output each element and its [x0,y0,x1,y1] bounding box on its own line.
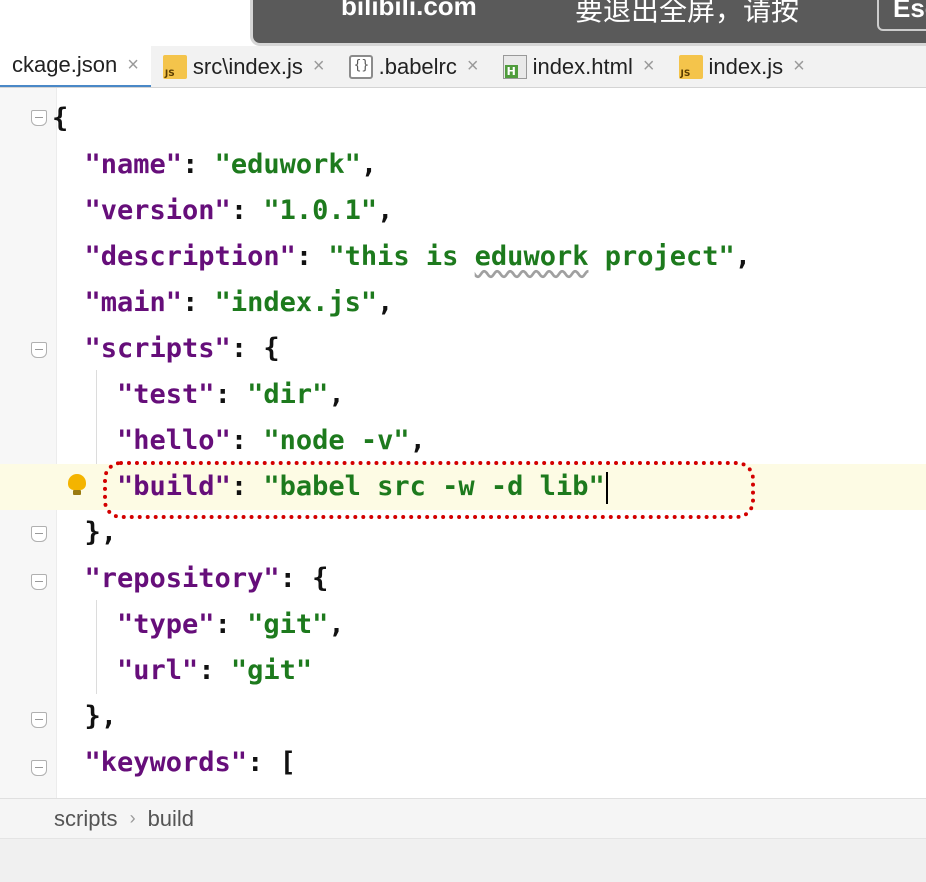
brace: { [52,103,69,134]
punct: : [295,241,329,272]
punct: : [230,425,264,456]
close-icon[interactable]: × [127,54,139,77]
punct: , [360,149,378,180]
punct: , [377,195,394,226]
code-line-13: "url": "git" [0,648,926,694]
json-value: "1.0.1" [263,195,378,226]
site-name: bilibili.com [341,0,477,21]
editor-tab-bar: ckage.json × src\index.js × .babelrc × i… [0,46,926,88]
code-editor[interactable]: { "name": "eduwork", "version": "1.0.1",… [0,88,926,798]
punct: , [734,241,752,272]
tab-babelrc[interactable]: .babelrc × [337,46,491,87]
code-line-15: "keywords": [ [0,740,926,786]
code-line-5: "main": "index.js", [0,280,926,326]
json-value: "this is [328,241,475,272]
json-value: "index.js" [214,287,378,318]
punct: : [230,195,264,226]
punct: , [409,425,426,456]
json-key: "repository" [84,563,280,594]
json-key: "description" [84,241,296,272]
punct: , [328,379,345,410]
tab-label: index.html [532,53,633,79]
json-key: "hello" [117,425,231,456]
json-key: "main" [84,287,183,318]
tab-label: ckage.json [12,52,118,77]
tab-label: index.js [708,53,784,79]
punct: : [214,379,248,410]
json-key: "test" [117,379,215,410]
code-line-6: "scripts": { [0,326,926,372]
code-line-11: "repository": { [0,556,926,602]
tab-src-index-js[interactable]: src\index.js × [151,46,337,87]
json-value: "git" [230,655,313,686]
json-value: "node -v" [263,425,410,456]
esc-key-badge: Esc [877,0,926,31]
code-line-4: "description": "this is eduwork project"… [0,234,926,280]
punct: , [377,287,394,318]
punct: : [182,149,215,180]
js-file-icon [678,54,703,79]
json-value: "dir" [247,379,329,410]
fullscreen-hint-banner: bilibili.com 要退出全屏，请按 Esc [250,0,926,46]
code-line-7: "test": "dir", [0,372,926,418]
breadcrumb-item-build[interactable]: build [148,806,194,832]
tab-package-json[interactable]: ckage.json × [0,46,151,87]
punct: : [198,655,231,686]
breadcrumb-separator: › [129,808,136,828]
annotation-highlight-box [103,461,755,519]
json-value: "git" [247,609,329,640]
js-file-icon [162,54,187,79]
punct: : [182,287,215,318]
tab-index-js[interactable]: index.js × [667,46,817,87]
close-icon[interactable]: × [793,55,805,78]
punct: : [ [247,747,296,778]
json-value: project" [588,241,735,272]
tab-label: .babelrc [378,53,457,79]
code-line-14: }, [0,694,926,740]
punct: : [214,609,248,640]
tab-index-html[interactable]: index.html × [491,46,667,87]
exit-fullscreen-hint: 要退出全屏，请按 [575,0,800,27]
code-line-8: "hello": "node -v", [0,418,926,464]
json-key: "type" [117,609,215,640]
json-key: "name" [84,149,183,180]
punct: : { [279,563,329,594]
json-key: "scripts" [84,333,231,364]
json-key: "version" [84,195,231,226]
close-icon[interactable]: × [313,55,325,78]
brace: }, [84,517,118,548]
babelrc-file-icon [348,54,373,79]
close-icon[interactable]: × [467,55,479,78]
breadcrumb-item-scripts[interactable]: scripts [54,806,118,832]
tab-label: src\index.js [192,53,303,79]
json-key: "keywords" [84,747,248,778]
status-area [0,838,926,882]
json-value: "eduwork" [214,149,361,180]
html-file-icon [502,54,527,79]
breadcrumb: scripts › build [0,798,926,838]
json-key: "url" [117,655,199,686]
punct: : { [230,333,280,364]
code-line-1: { [0,96,926,142]
close-icon[interactable]: × [643,55,655,78]
spelling-flagged-word: eduwork [474,241,589,272]
brace: }, [84,701,118,732]
code-line-2: "name": "eduwork", [0,142,926,188]
code-line-3: "version": "1.0.1", [0,188,926,234]
punct: , [328,609,345,640]
code-line-12: "type": "git", [0,602,926,648]
